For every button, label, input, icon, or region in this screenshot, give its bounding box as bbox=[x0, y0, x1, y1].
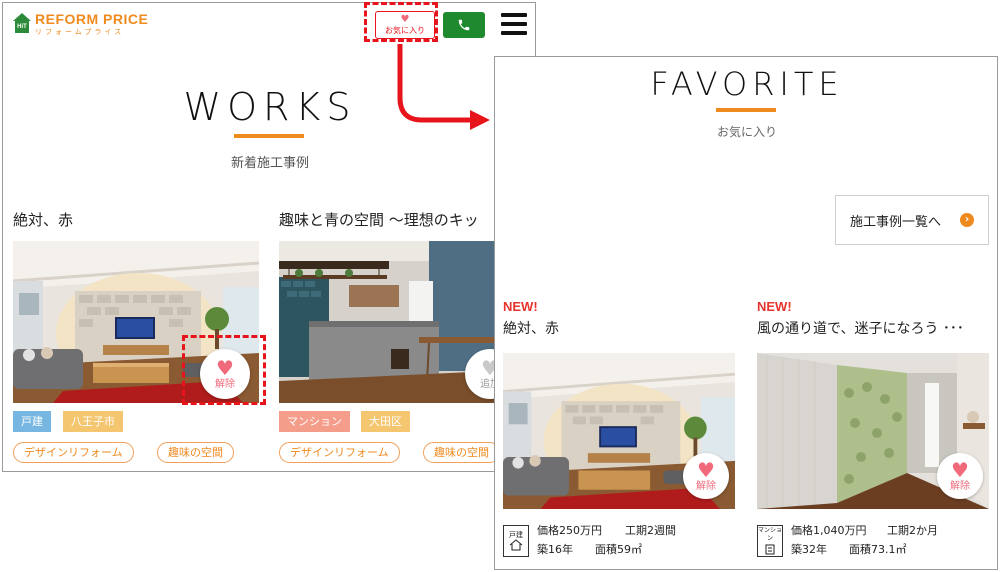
works-list-label: 施工事例一覧へ bbox=[850, 214, 942, 230]
favorite-card-title[interactable]: 風の通り道で、迷子になろう ･･･ bbox=[757, 318, 964, 338]
spec-area: 面積59㎡ bbox=[595, 543, 642, 556]
logo-house-icon: HiT bbox=[13, 13, 31, 35]
works-list-button[interactable]: 施工事例一覧へ › bbox=[835, 195, 989, 245]
favorite-remove-button[interactable]: ♥ 解除 bbox=[937, 453, 983, 499]
spec-period: 工期2か月 bbox=[887, 524, 938, 537]
pill-category[interactable]: デザインリフォーム bbox=[13, 442, 134, 463]
remove-button-highlight bbox=[182, 335, 266, 405]
logo-name: REFORM PRICE bbox=[35, 11, 149, 27]
chevron-right-icon: › bbox=[960, 213, 974, 227]
favorite-button-highlight bbox=[364, 2, 438, 42]
new-badge: NEW! bbox=[757, 299, 792, 314]
spec-price: 価格1,040万円 bbox=[791, 524, 867, 537]
pill-category[interactable]: 趣味の空間 bbox=[423, 442, 500, 463]
title-underline bbox=[716, 108, 776, 112]
works-card-title[interactable]: 趣味と青の空間 〜理想のキッ bbox=[279, 209, 479, 230]
works-section-subtitle: 新着施工事例 bbox=[230, 156, 309, 171]
pill-category[interactable]: デザインリフォーム bbox=[279, 442, 400, 463]
title-underline bbox=[234, 134, 304, 138]
works-card-title[interactable]: 絶対、赤 bbox=[13, 209, 73, 230]
phone-button[interactable] bbox=[443, 12, 485, 38]
tag-type[interactable]: 戸建 bbox=[13, 411, 51, 432]
favorite-remove-button[interactable]: ♥ 解除 bbox=[683, 453, 729, 499]
phone-icon bbox=[458, 19, 470, 31]
favorite-section-title: FAVORITE bbox=[650, 65, 844, 103]
favorite-card-title[interactable]: 絶対、赤 bbox=[503, 318, 559, 338]
heart-icon: ♥ bbox=[697, 457, 715, 482]
tag-type[interactable]: マンション bbox=[279, 411, 350, 432]
arrow-annotation bbox=[397, 44, 490, 130]
pill-category[interactable]: 趣味の空間 bbox=[157, 442, 234, 463]
tag-area[interactable]: 大田区 bbox=[361, 411, 410, 432]
favorite-window: FAVORITE お気に入り 施工事例一覧へ › NEW! 絶対、赤 ♥ 解除 … bbox=[494, 56, 998, 570]
tag-area[interactable]: 八王子市 bbox=[63, 411, 123, 432]
house-icon: 戸建 bbox=[503, 525, 529, 557]
spec-period: 工期2週間 bbox=[625, 524, 676, 537]
spec-age: 築32年 bbox=[791, 543, 827, 556]
new-badge: NEW! bbox=[503, 299, 538, 314]
spec-price: 価格250万円 bbox=[537, 524, 602, 537]
favorite-section-subtitle: お気に入り bbox=[716, 125, 777, 139]
site-logo[interactable]: HiT REFORM PRICE リフォームプライス bbox=[13, 11, 148, 37]
logo-kana: リフォームプライス bbox=[35, 28, 125, 36]
menu-icon[interactable] bbox=[501, 13, 529, 37]
heart-icon: ♥ bbox=[951, 457, 969, 482]
spec-age: 築16年 bbox=[537, 543, 573, 556]
building-icon: マンション bbox=[757, 525, 783, 557]
spec-area: 面積73.1㎡ bbox=[849, 543, 907, 556]
